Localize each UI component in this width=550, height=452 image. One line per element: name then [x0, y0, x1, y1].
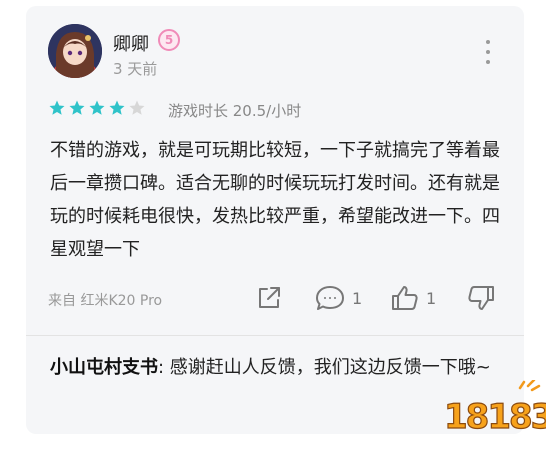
- star-icon: [89, 100, 105, 115]
- site-watermark-logo: 18183: [440, 378, 550, 438]
- developer-reply: 小山屯村支书: 感谢赶山人反馈，我们这边反馈一下哦~: [50, 352, 502, 384]
- thumbs-down-icon: [468, 286, 494, 310]
- divider: [26, 335, 524, 336]
- comment-icon: [316, 286, 344, 310]
- reply-author[interactable]: 小山屯村支书: [50, 357, 158, 378]
- username[interactable]: 卿卿: [113, 30, 149, 56]
- share-button[interactable]: [254, 283, 284, 313]
- reply-text: 感谢赶山人反馈，我们这边反馈一下哦~: [164, 357, 491, 378]
- post-time: 3 天前: [113, 60, 158, 78]
- playtime-label: 游戏时长 20.5/小时: [168, 102, 302, 120]
- review-text: 不错的游戏，就是可玩期比较短，一下子就搞完了等着最后一章攒口碑。适合无聊的时候玩…: [50, 140, 500, 260]
- star-icon: [69, 100, 85, 115]
- like-button[interactable]: 1: [390, 283, 436, 313]
- avatar[interactable]: [48, 24, 102, 78]
- star-icon: [129, 100, 145, 115]
- svg-text:18183: 18183: [444, 397, 546, 437]
- star-icon: [109, 100, 125, 115]
- device-label: 来自 红米K20 Pro: [48, 293, 163, 309]
- comment-count: 1: [352, 288, 363, 308]
- more-options-icon[interactable]: [478, 40, 498, 64]
- thumbs-up-icon: [392, 286, 418, 310]
- dislike-button[interactable]: [466, 283, 496, 313]
- share-icon: [259, 287, 280, 308]
- comment-button[interactable]: 1: [314, 283, 362, 313]
- star-rating: [48, 99, 146, 117]
- star-icon: [49, 100, 65, 115]
- like-count: 1: [426, 288, 437, 308]
- user-level-badge: 5: [158, 29, 180, 51]
